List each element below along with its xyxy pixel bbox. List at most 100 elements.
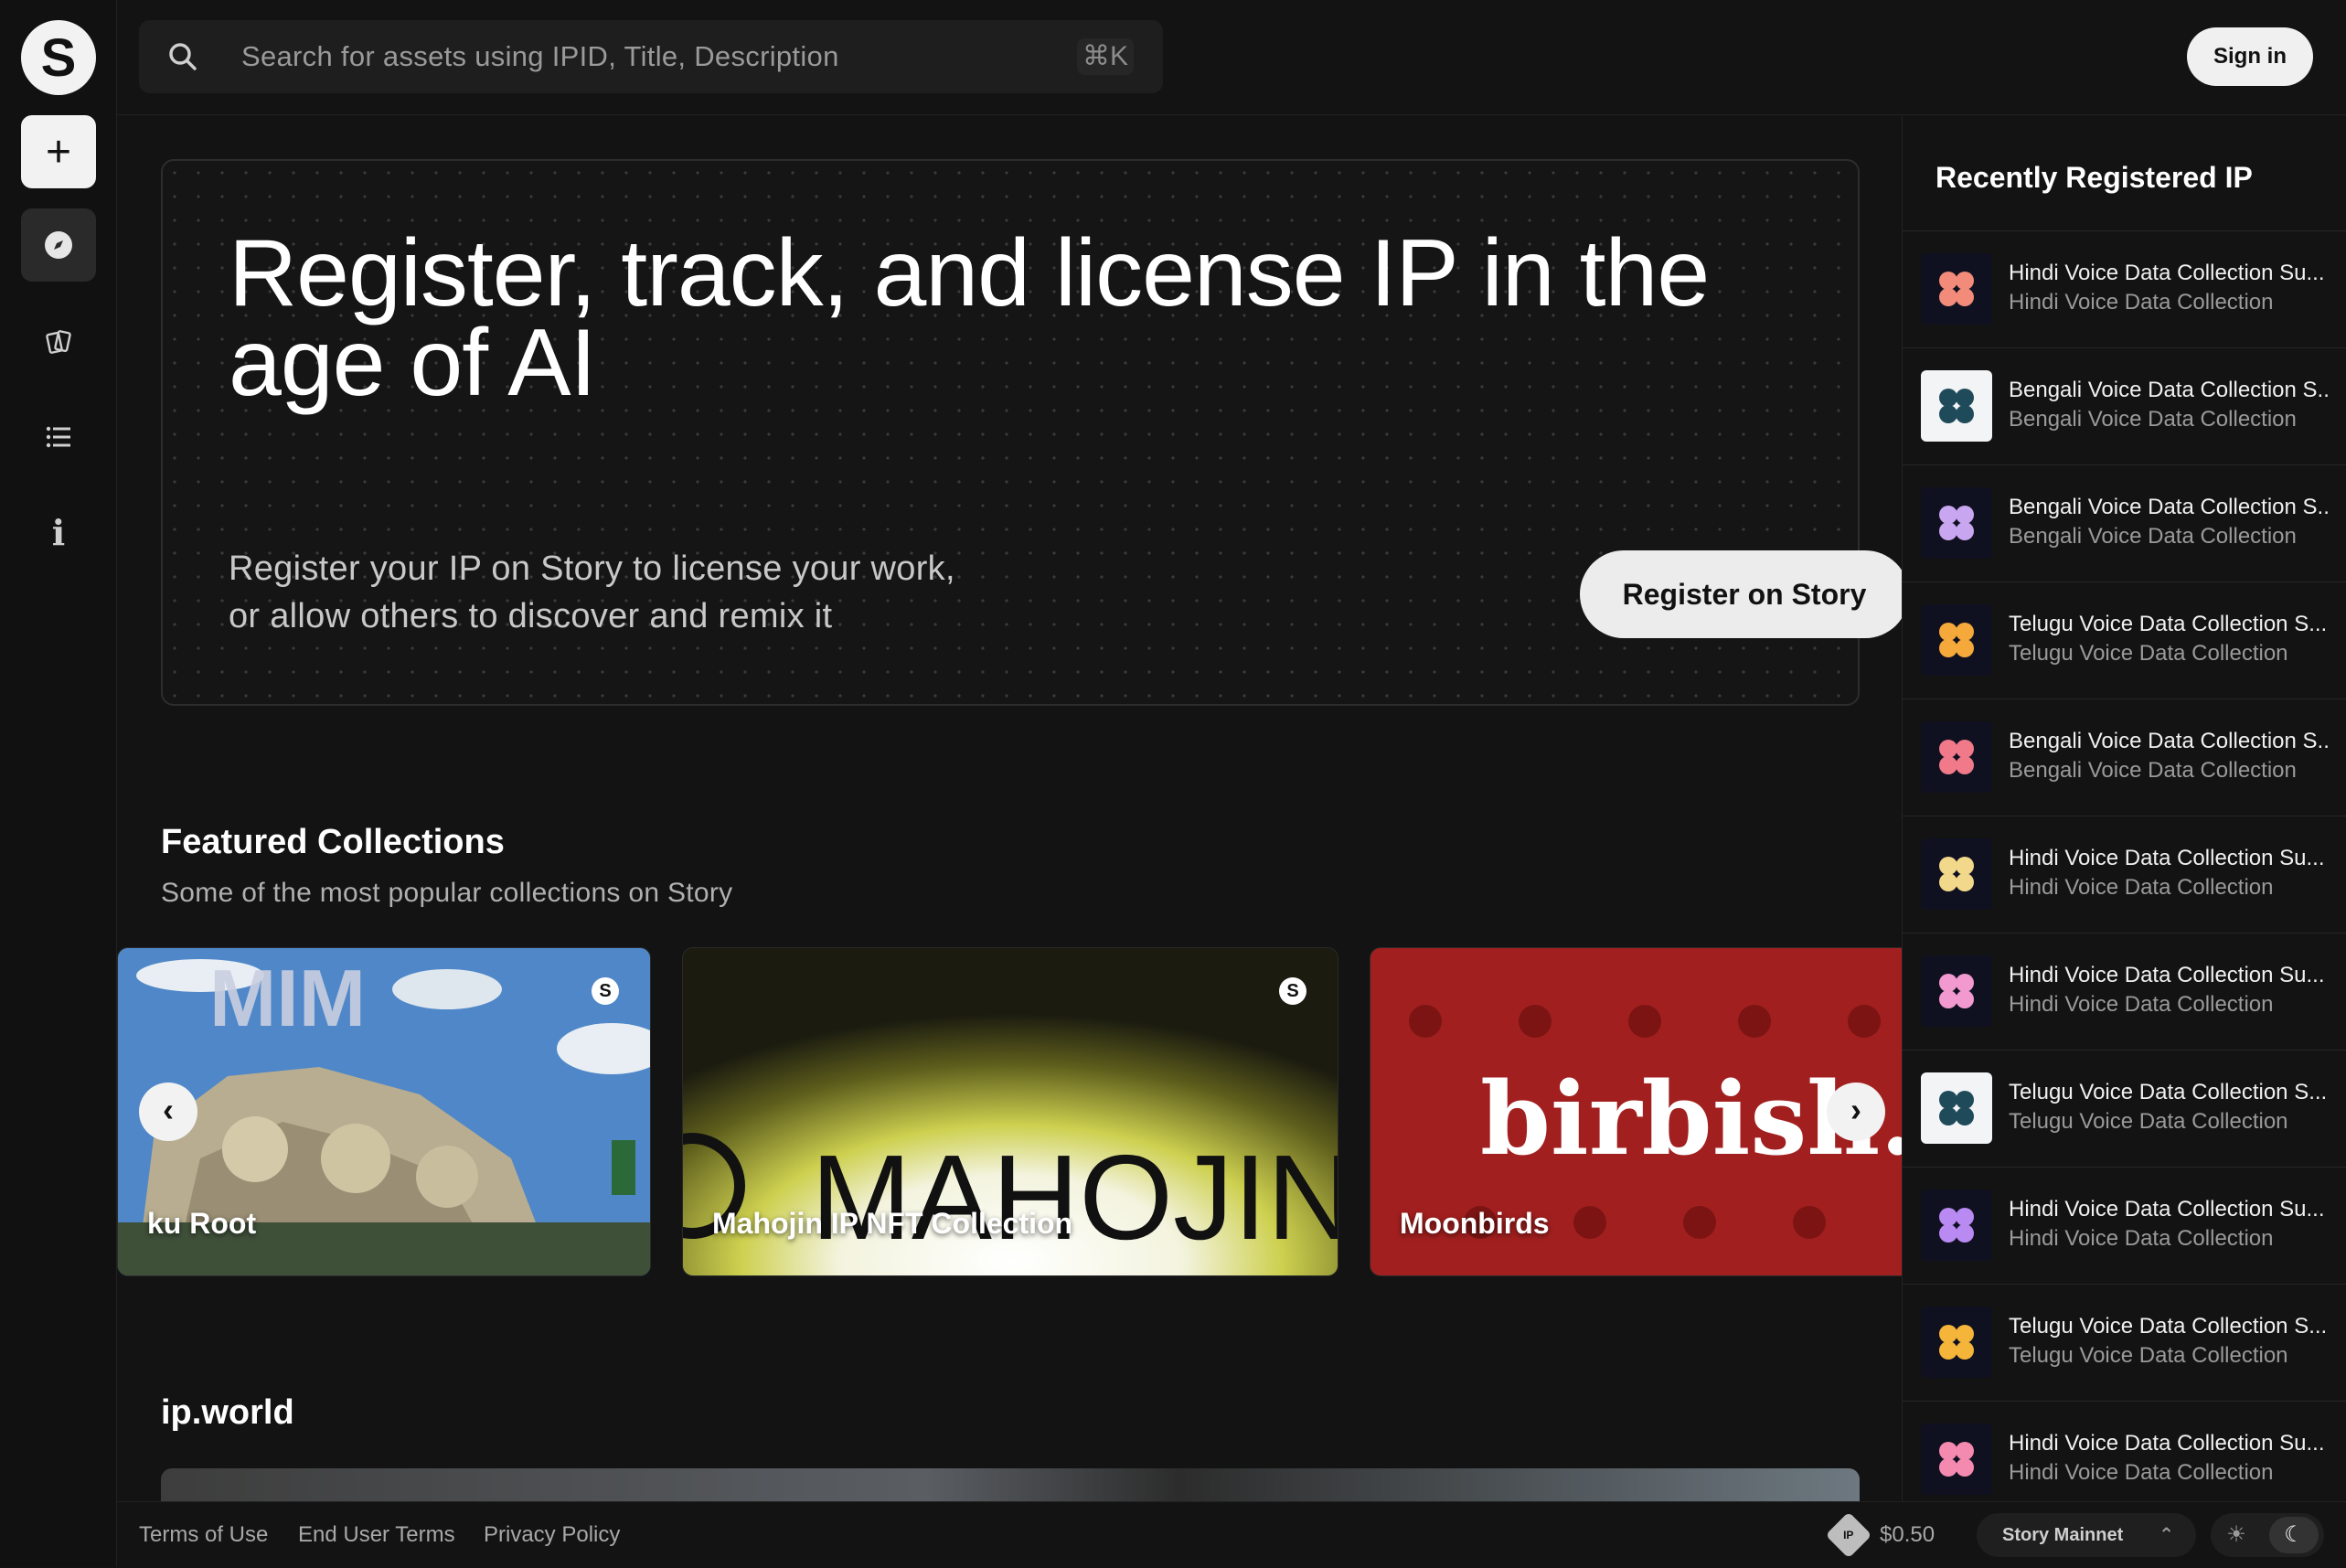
ip-thumbnail <box>1921 1307 1992 1378</box>
ip-title: Hindi Voice Data Collection Su... <box>2009 963 2325 987</box>
ip-collection: Bengali Voice Data Collection <box>2009 524 2297 549</box>
network-label: Story Mainnet <box>2002 1525 2124 1545</box>
main-content: Register, track, and license IP in the a… <box>117 115 1902 1501</box>
hero-subtitle-line2: or allow others to discover and remix it <box>229 597 833 635</box>
chevron-right-icon: › <box>1850 1091 1861 1128</box>
collection-card-moonbirds[interactable]: birbish. Moonbirds <box>1370 947 1902 1276</box>
collection-card-label: ku Root <box>147 1207 257 1240</box>
compass-icon <box>45 231 72 259</box>
featured-collections-title: Featured Collections <box>161 823 505 861</box>
featured-collections-subtitle: Some of the most popular collections on … <box>161 878 733 908</box>
recent-ip-item[interactable]: Bengali Voice Data Collection S... Bengal… <box>1903 464 2346 581</box>
recent-ip-item[interactable]: Hindi Voice Data Collection Su... Hindi V… <box>1903 230 2346 347</box>
info-nav-button[interactable]: i <box>21 496 96 569</box>
info-icon: i <box>51 511 66 553</box>
sign-in-button[interactable]: Sign in <box>2187 27 2313 86</box>
ip-title: Hindi Voice Data Collection Su... <box>2009 261 2325 285</box>
moon-icon[interactable]: ☾ <box>2269 1517 2319 1553</box>
recent-ip-item[interactable]: Telugu Voice Data Collection S... Telugu … <box>1903 1050 2346 1167</box>
privacy-policy-link[interactable]: Privacy Policy <box>484 1502 620 1568</box>
network-selector[interactable]: Story Mainnet ⌃ <box>1977 1513 2196 1557</box>
story-badge: S <box>592 977 619 1005</box>
search-shortcut-hint: ⌘K <box>1076 38 1134 75</box>
ip-title: Telugu Voice Data Collection S... <box>2009 612 2328 636</box>
sun-icon[interactable]: ☀ <box>2218 1517 2255 1553</box>
ip-token-icon: IP <box>1825 1511 1872 1559</box>
hero-panel: Register, track, and license IP in the a… <box>161 159 1902 706</box>
collection-card-mahojin[interactable]: MAHOJIN S Mahojin IP NFT Collection <box>682 947 1338 1276</box>
search-bar[interactable]: Search for assets using IPID, Title, Des… <box>139 20 1163 93</box>
ip-collection: Telugu Voice Data Collection <box>2009 1343 2288 1368</box>
hero-title: Register, track, and license IP in the a… <box>229 220 1710 416</box>
ip-title: Hindi Voice Data Collection Su... <box>2009 846 2325 870</box>
ip-title: Telugu Voice Data Collection S... <box>2009 1080 2328 1104</box>
ip-thumbnail <box>1921 721 1992 793</box>
ip-collection: Hindi Voice Data Collection <box>2009 290 2274 315</box>
ip-title: Bengali Voice Data Collection S... <box>2009 378 2329 402</box>
collection-card-label: Mahojin IP NFT Collection <box>712 1207 1073 1240</box>
ip-thumbnail <box>1921 370 1992 442</box>
cards-icon <box>46 330 71 354</box>
theme-toggle[interactable]: ☀ ☾ <box>2211 1513 2324 1557</box>
recent-ip-item[interactable]: Hindi Voice Data Collection Su... Hindi V… <box>1903 1401 2346 1501</box>
recent-ip-item[interactable]: Bengali Voice Data Collection S... Bengal… <box>1903 347 2346 464</box>
ip-price: $0.50 <box>1880 1522 1935 1547</box>
ip-thumbnail <box>1921 1072 1992 1144</box>
chevron-left-icon: ‹ <box>163 1091 174 1128</box>
ip-world-title: ip.world <box>161 1393 294 1432</box>
ip-thumbnail <box>1921 604 1992 676</box>
ip-world-banner[interactable] <box>161 1468 1860 1501</box>
add-ip-button[interactable]: + <box>21 115 96 188</box>
collection-card-label: Moonbirds <box>1400 1207 1550 1240</box>
recently-registered-list: Hindi Voice Data Collection Su... Hindi V… <box>1903 230 2346 1501</box>
story-badge: S <box>1279 977 1306 1005</box>
list-nav-button[interactable] <box>21 400 96 474</box>
recent-ip-item[interactable]: Hindi Voice Data Collection Su... Hindi V… <box>1903 1167 2346 1284</box>
recently-registered-panel: Recently Registered IP Hindi Voice Data … <box>1902 115 2346 1501</box>
ip-collection: Hindi Voice Data Collection <box>2009 1226 2274 1251</box>
ip-thumbnail <box>1921 955 1992 1027</box>
recent-ip-item[interactable]: Telugu Voice Data Collection S... Telugu … <box>1903 581 2346 699</box>
chevron-up-icon: ⌃ <box>2159 1525 2174 1545</box>
ip-title: Hindi Voice Data Collection Su... <box>2009 1197 2325 1221</box>
ip-collection: Hindi Voice Data Collection <box>2009 1460 2274 1485</box>
cards-nav-button[interactable] <box>21 305 96 379</box>
story-logo[interactable]: S <box>21 20 96 95</box>
top-bar: Search for assets using IPID, Title, Des… <box>117 0 2346 115</box>
ip-collection: Hindi Voice Data Collection <box>2009 875 2274 900</box>
terms-of-use-link[interactable]: Terms of Use <box>139 1502 268 1568</box>
ip-collection: Hindi Voice Data Collection <box>2009 992 2274 1017</box>
ip-thumbnail <box>1921 253 1992 325</box>
ip-thumbnail <box>1921 487 1992 559</box>
explore-nav-button[interactable] <box>21 208 96 282</box>
search-icon <box>169 43 197 70</box>
svg-text:MAHOJIN: MAHOJIN <box>811 1130 1338 1264</box>
carousel-prev-button[interactable]: ‹ <box>139 1083 197 1141</box>
ip-title: Bengali Voice Data Collection S... <box>2009 495 2329 519</box>
search-input[interactable]: Search for assets using IPID, Title, Des… <box>241 20 839 93</box>
recent-ip-item[interactable]: Hindi Voice Data Collection Su... Hindi V… <box>1903 816 2346 933</box>
ip-collection: Bengali Voice Data Collection <box>2009 407 2297 432</box>
ip-title: Bengali Voice Data Collection S... <box>2009 729 2329 753</box>
sidebar: S + i <box>0 0 117 1567</box>
ip-thumbnail <box>1921 1424 1992 1495</box>
ip-thumbnail <box>1921 838 1992 910</box>
recent-ip-item[interactable]: Hindi Voice Data Collection Su... Hindi V… <box>1903 933 2346 1050</box>
list-icon <box>46 426 70 448</box>
ip-title: Telugu Voice Data Collection S... <box>2009 1314 2328 1339</box>
hero-subtitle-line1: Register your IP on Story to license you… <box>229 549 955 588</box>
carousel-next-button[interactable]: › <box>1827 1083 1885 1141</box>
hero-subtitle: Register your IP on Story to license you… <box>229 545 1051 640</box>
end-user-terms-link[interactable]: End User Terms <box>298 1502 455 1568</box>
ip-collection: Bengali Voice Data Collection <box>2009 758 2297 783</box>
footer: Terms of Use End User Terms Privacy Poli… <box>117 1501 2346 1567</box>
register-on-story-button[interactable]: Register on Story <box>1580 550 1902 638</box>
ip-collection: Telugu Voice Data Collection <box>2009 1109 2288 1134</box>
ip-title: Hindi Voice Data Collection Su... <box>2009 1431 2325 1456</box>
ip-thumbnail <box>1921 1189 1992 1261</box>
recent-ip-item[interactable]: Bengali Voice Data Collection S... Bengal… <box>1903 699 2346 816</box>
recently-registered-title: Recently Registered IP <box>1935 161 2253 194</box>
svg-text:MIM: MIM <box>209 953 366 1043</box>
ip-collection: Telugu Voice Data Collection <box>2009 641 2288 666</box>
recent-ip-item[interactable]: Telugu Voice Data Collection S... Telugu … <box>1903 1284 2346 1401</box>
